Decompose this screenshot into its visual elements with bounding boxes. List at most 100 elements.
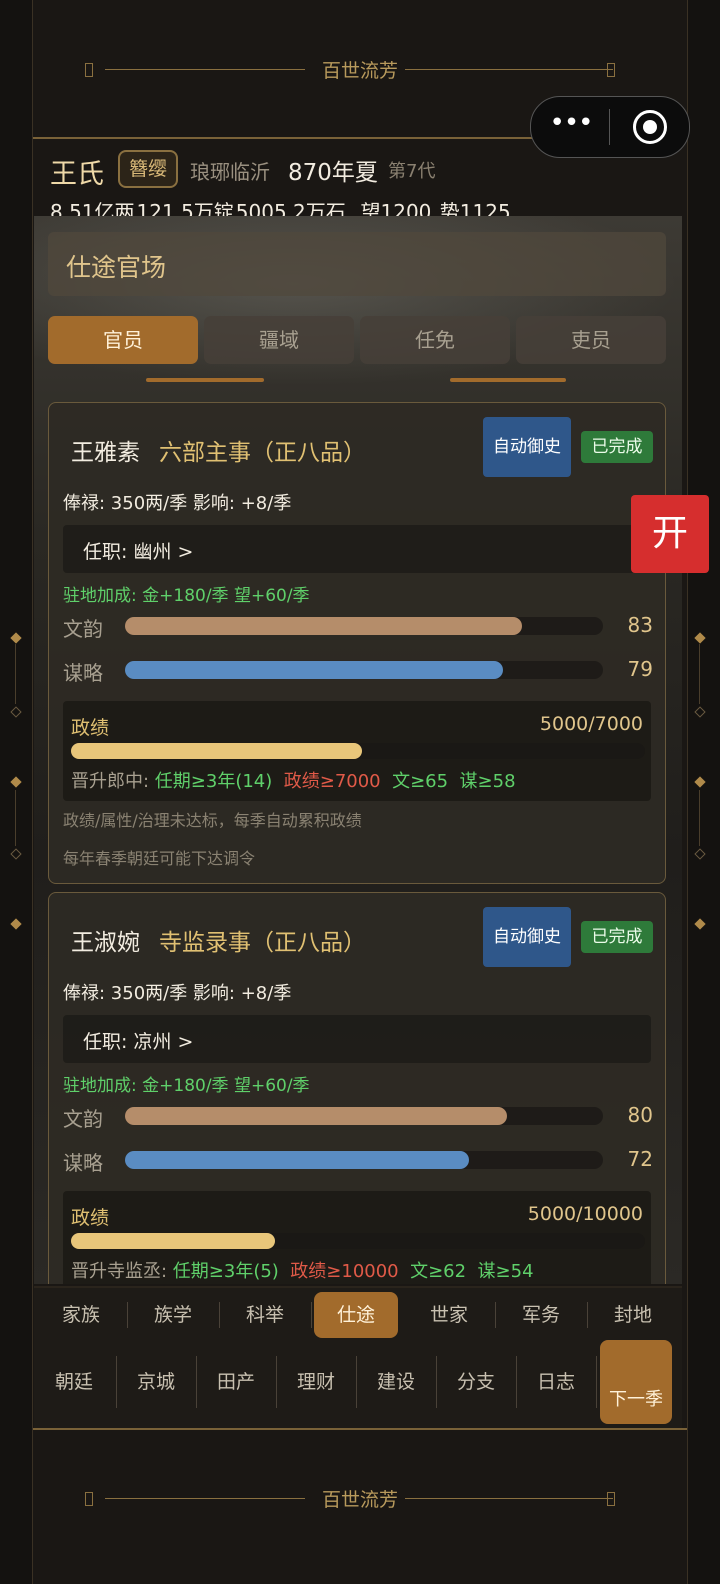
stat-label: 文韵: [63, 1107, 103, 1131]
bottom-navigation: 家族 族学 科举 仕途 世家 军务 封地 朝廷 京城 田产 理财 建设 分支 日…: [34, 1286, 682, 1430]
nav-finance[interactable]: 理财: [278, 1362, 354, 1402]
nav-branches[interactable]: 分支: [438, 1362, 514, 1402]
merit-requirement: 政绩≥10000: [290, 1261, 399, 1282]
nav-farmland[interactable]: 田产: [198, 1362, 274, 1402]
merit-bar-fill: [71, 743, 363, 759]
section-title: 仕途官场: [66, 253, 167, 282]
nav-career[interactable]: 仕途: [314, 1292, 398, 1338]
stat-bar-fill: [125, 617, 522, 635]
tab-appointment[interactable]: 任免: [360, 316, 510, 364]
merit-label: 政绩: [71, 1207, 110, 1229]
merit-value: 5000/10000: [527, 1203, 643, 1225]
official-card: 王淑婉 寺监录事（正八品） 自动御史 已完成 俸禄: 350两/季 影响: +8…: [48, 892, 666, 1284]
nav-court[interactable]: 朝廷: [36, 1362, 112, 1402]
merit-value: 5000/7000: [539, 713, 643, 735]
career-tabs: 官员 疆域 任免 吏员: [48, 316, 682, 366]
station-bonus: 驻地加成: 金+180/季 望+60/季: [63, 1076, 310, 1096]
nav-construction[interactable]: 建设: [358, 1362, 434, 1402]
stat-track: [125, 1107, 603, 1125]
tab-officials[interactable]: 官员: [48, 316, 198, 364]
open-floating-button[interactable]: 开: [631, 495, 709, 573]
merit-label: 政绩: [71, 717, 110, 739]
merit-box: 政绩 5000/10000 晋升寺监丞: 任期≥3年(5) 政绩≥10000 文…: [63, 1191, 651, 1284]
stat-bar-fill: [125, 661, 503, 679]
mou-requirement: 谋≥54: [477, 1261, 534, 1282]
generation: 第7代: [388, 161, 436, 182]
station-selector[interactable]: 任职: 幽州 >: [63, 525, 651, 573]
official-post: 寺监录事（正八品）: [159, 930, 366, 956]
mou-requirement: 谋≥58: [459, 771, 516, 792]
tab-clerks[interactable]: 吏员: [516, 316, 666, 364]
next-season-button[interactable]: 下一季: [600, 1340, 672, 1424]
stat-label: 文韵: [63, 617, 103, 641]
tab-ornament-right: [450, 378, 566, 382]
stat-wenyun: 文韵 80: [63, 1101, 653, 1131]
status-badge: 已完成: [581, 921, 653, 953]
tab-ornament-left: [146, 378, 264, 382]
official-name: 王淑婉: [71, 930, 140, 956]
merit-box: 政绩 5000/7000 晋升郎中: 任期≥3年(14) 政绩≥7000 文≥6…: [63, 701, 651, 801]
stat-wenyun: 文韵 83: [63, 611, 653, 641]
auto-censor-button[interactable]: 自动御史: [483, 907, 571, 967]
promotion-prefix: 晋升寺监丞:: [71, 1261, 173, 1282]
nav-log[interactable]: 日志: [518, 1362, 594, 1402]
stat-value: 83: [627, 613, 653, 637]
merit-requirement: 政绩≥7000: [283, 771, 381, 792]
station-label: 任职: 幽州 >: [83, 541, 194, 563]
station-bonus: 驻地加成: 金+180/季 望+60/季: [63, 586, 310, 606]
family-origin: 琅琊临沂: [190, 160, 270, 184]
game-date: 870年夏: [288, 160, 378, 186]
promotion-requirements: 晋升郎中: 任期≥3年(14) 政绩≥7000 文≥65 谋≥58: [71, 767, 516, 793]
station-label: 任职: 凉州 >: [83, 1031, 194, 1053]
wen-requirement: 文≥62: [410, 1261, 467, 1282]
nav-row-primary: 家族 族学 科举 仕途 世家 军务 封地: [34, 1290, 682, 1338]
nav-capital[interactable]: 京城: [118, 1362, 194, 1402]
more-options-icon[interactable]: •••: [549, 110, 593, 137]
card-note: 政绩/属性/治理未达标，每季自动累积政绩: [63, 811, 362, 830]
stat-value: 80: [627, 1103, 653, 1127]
left-edge-ornament: [6, 630, 26, 940]
promotion-requirements: 晋升寺监丞: 任期≥3年(5) 政绩≥10000 文≥62 谋≥54: [71, 1257, 534, 1283]
stat-moulue: 谋略 79: [63, 655, 653, 685]
stat-bar-fill: [125, 1107, 508, 1125]
stat-label: 谋略: [63, 1151, 103, 1175]
stat-track: [125, 661, 603, 679]
merit-track: [71, 1233, 645, 1249]
term-requirement: 任期≥3年(5): [172, 1261, 279, 1282]
term-requirement: 任期≥3年(14): [154, 771, 273, 792]
promotion-prefix: 晋升郎中:: [71, 771, 155, 792]
tab-territory[interactable]: 疆域: [204, 316, 354, 364]
nav-family[interactable]: 家族: [44, 1298, 118, 1332]
career-panel: 仕途官场 官员 疆域 任免 吏员 王雅素 六部主事（正八品） 自动御史 已完成 …: [34, 216, 682, 1284]
wen-requirement: 文≥65: [392, 771, 449, 792]
miniprogram-capsule: •••: [530, 96, 690, 158]
salary-influence: 俸禄: 350两/季 影响: +8/季: [63, 983, 292, 1004]
nav-fief[interactable]: 封地: [596, 1298, 670, 1332]
nav-exam[interactable]: 科举: [228, 1298, 302, 1332]
stat-track: [125, 617, 603, 635]
official-post: 六部主事（正八品）: [159, 440, 366, 466]
merit-track: [71, 743, 645, 759]
nav-clan-school[interactable]: 族学: [136, 1298, 210, 1332]
nav-military[interactable]: 军务: [504, 1298, 578, 1332]
auto-censor-button[interactable]: 自动御史: [483, 417, 571, 477]
status-badge: 已完成: [581, 431, 653, 463]
card-note: 每年春季朝廷可能下达调令: [63, 849, 256, 868]
nav-row-secondary: 朝廷 京城 田产 理财 建设 分支 日志: [34, 1356, 682, 1410]
bottom-banner: 百世流芳: [33, 1429, 687, 1567]
close-miniprogram-icon[interactable]: [633, 110, 667, 144]
nav-noble-families[interactable]: 世家: [412, 1298, 486, 1332]
section-title-bar: 仕途官场: [48, 232, 666, 296]
official-card: 王雅素 六部主事（正八品） 自动御史 已完成 俸禄: 350两/季 影响: +8…: [48, 402, 666, 884]
station-selector[interactable]: 任职: 凉州 >: [63, 1015, 651, 1063]
right-edge-ornament: [690, 630, 710, 940]
merit-bar-fill: [71, 1233, 275, 1249]
stat-value: 79: [627, 657, 653, 681]
stat-label: 谋略: [63, 661, 103, 685]
stat-track: [125, 1151, 603, 1169]
stat-moulue: 谋略 72: [63, 1145, 653, 1175]
stat-value: 72: [627, 1147, 653, 1171]
family-name: 王氏: [50, 159, 104, 190]
salary-influence: 俸禄: 350两/季 影响: +8/季: [63, 493, 292, 514]
official-name: 王雅素: [71, 440, 140, 466]
